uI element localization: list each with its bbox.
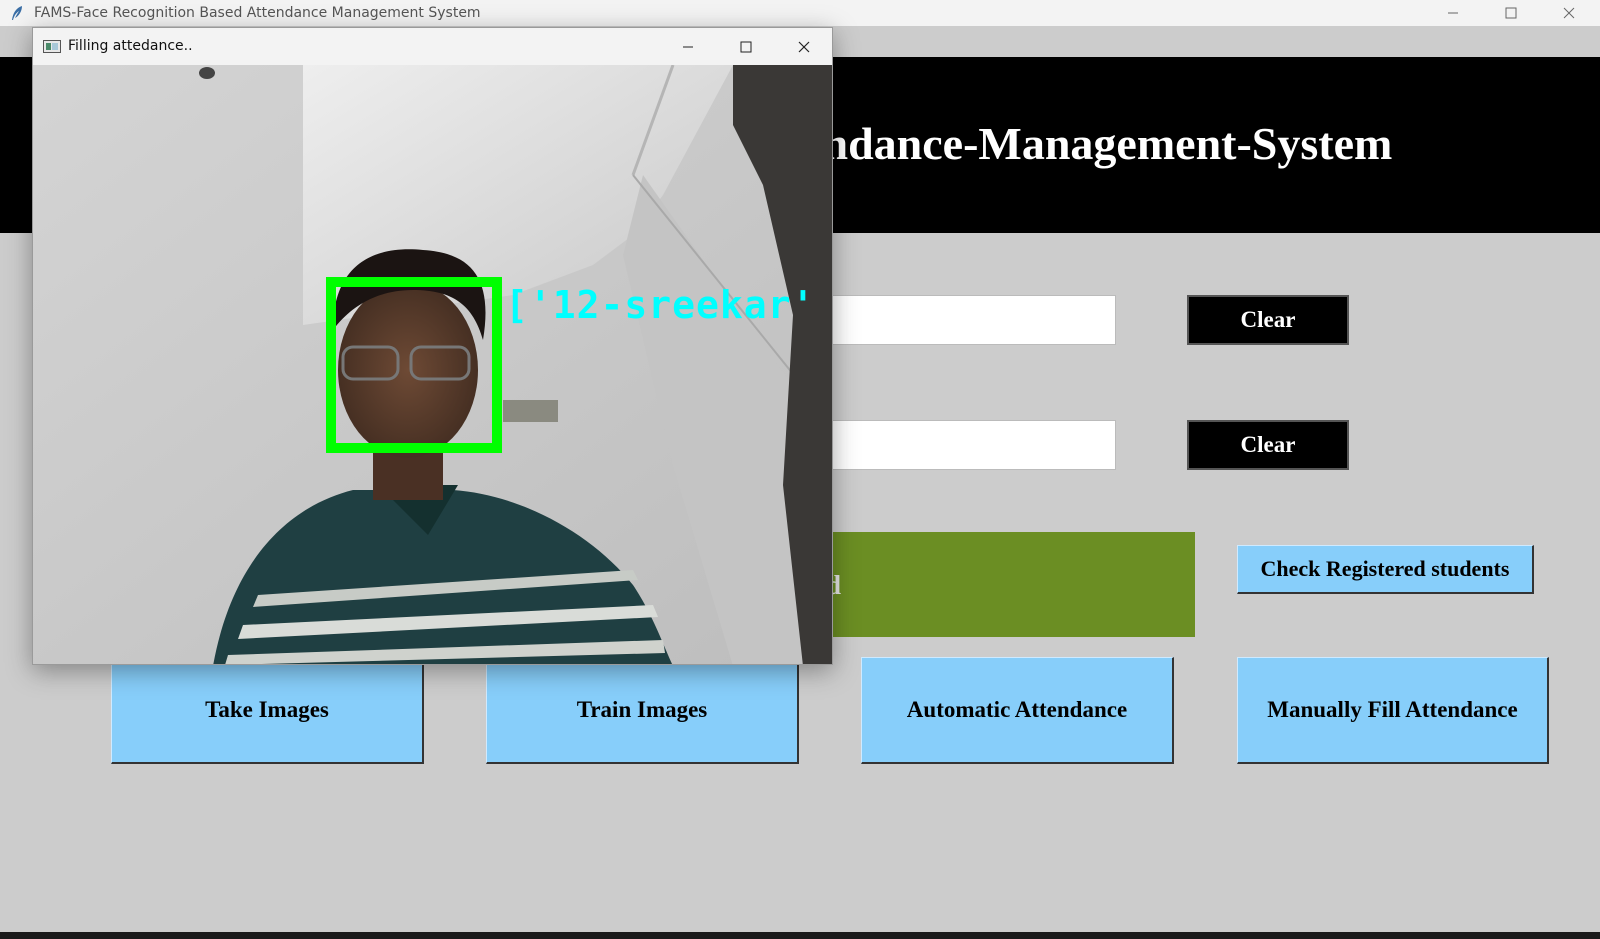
minimize-icon (683, 46, 693, 47)
manually-fill-attendance-button[interactable]: Manually Fill Attendance (1237, 657, 1549, 764)
automatic-attendance-button[interactable]: Automatic Attendance (861, 657, 1174, 764)
main-titlebar[interactable]: FAMS-Face Recognition Based Attendance M… (0, 0, 1600, 26)
camera-maximize-button[interactable] (717, 28, 775, 65)
feather-icon (10, 5, 24, 21)
clear-enrollment-button[interactable]: Clear (1187, 295, 1349, 345)
close-icon (1563, 7, 1575, 19)
train-images-button[interactable]: Train Images (486, 657, 799, 764)
camera-titlebar[interactable]: Filling attedance.. (33, 28, 832, 65)
camera-frame-image (33, 65, 832, 664)
camera-feed: ['12-sreekar' '12 (33, 65, 832, 664)
maximize-icon (740, 41, 752, 52)
maximize-icon (1505, 7, 1517, 19)
close-icon (798, 41, 810, 52)
maximize-button[interactable] (1482, 0, 1540, 26)
clear-name-button[interactable]: Clear (1187, 420, 1349, 470)
take-images-button[interactable]: Take Images (111, 657, 424, 764)
camera-window-title: Filling attedance.. (68, 38, 193, 54)
minimize-icon (1448, 12, 1458, 14)
face-recognition-label: ['12-sreekar' '12 (505, 283, 832, 327)
check-registered-students-button[interactable]: Check Registered students (1237, 545, 1534, 594)
minimize-button[interactable] (1424, 0, 1482, 26)
camera-minimize-button[interactable] (659, 28, 717, 65)
window-title: FAMS-Face Recognition Based Attendance M… (34, 5, 481, 21)
camera-window: Filling attedance.. ['12-sreekar' (32, 27, 833, 665)
close-button[interactable] (1540, 0, 1598, 26)
camera-close-button[interactable] (775, 28, 832, 65)
window-app-icon (43, 40, 61, 53)
